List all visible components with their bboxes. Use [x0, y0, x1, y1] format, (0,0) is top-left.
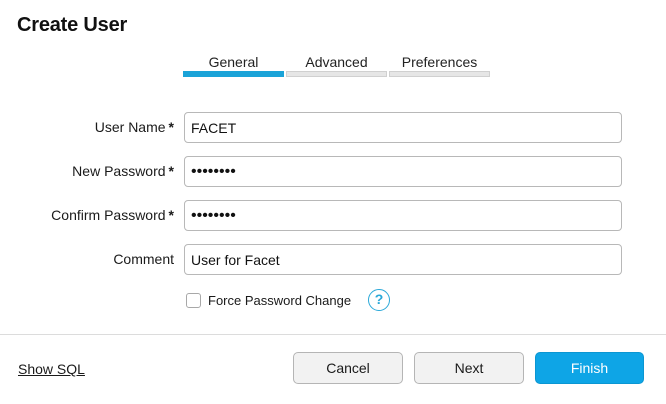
tab-advanced[interactable]: Advanced [286, 52, 387, 80]
user-name-label: User Name * [95, 119, 174, 135]
user-name-row: User Name * [0, 112, 666, 144]
confirm-password-label: Confirm Password * [51, 207, 174, 223]
comment-label: Comment [113, 251, 174, 267]
show-sql-link[interactable]: Show SQL [18, 361, 85, 377]
confirm-password-input[interactable] [184, 200, 622, 231]
required-marker: * [168, 163, 174, 179]
tab-preferences[interactable]: Preferences [389, 52, 490, 80]
user-name-input[interactable] [184, 112, 622, 143]
comment-input[interactable] [184, 244, 622, 275]
tab-general-indicator [183, 71, 284, 77]
new-password-row: New Password * [0, 156, 666, 188]
next-button[interactable]: Next [414, 352, 524, 384]
dialog-title: Create User [17, 14, 128, 36]
help-question-icon[interactable]: ? [368, 289, 390, 311]
required-marker: * [168, 207, 174, 223]
tab-preferences-indicator [389, 71, 490, 77]
tab-bar: General Advanced Preferences [183, 52, 490, 80]
force-password-change-checkbox[interactable] [186, 293, 201, 308]
user-name-label-text: User Name [94, 119, 166, 135]
new-password-input[interactable] [184, 156, 622, 187]
footer-divider [0, 334, 666, 335]
tab-general[interactable]: General [183, 52, 284, 80]
tab-advanced-label: Advanced [305, 54, 368, 70]
confirm-password-label-text: Confirm Password [51, 207, 166, 223]
confirm-password-row: Confirm Password * [0, 200, 666, 232]
required-marker: * [168, 119, 174, 135]
force-password-change-row: Force Password Change ? [186, 289, 486, 313]
new-password-label-text: New Password [72, 163, 166, 179]
comment-row: Comment [0, 244, 666, 276]
finish-button[interactable]: Finish [535, 352, 644, 384]
force-password-change-label[interactable]: Force Password Change [208, 293, 351, 308]
tab-general-label: General [208, 54, 259, 70]
create-user-dialog: Create User General Advanced Preferences… [0, 0, 666, 404]
tab-preferences-label: Preferences [401, 54, 478, 70]
cancel-button[interactable]: Cancel [293, 352, 403, 384]
tab-advanced-indicator [286, 71, 387, 77]
new-password-label: New Password * [72, 163, 174, 179]
